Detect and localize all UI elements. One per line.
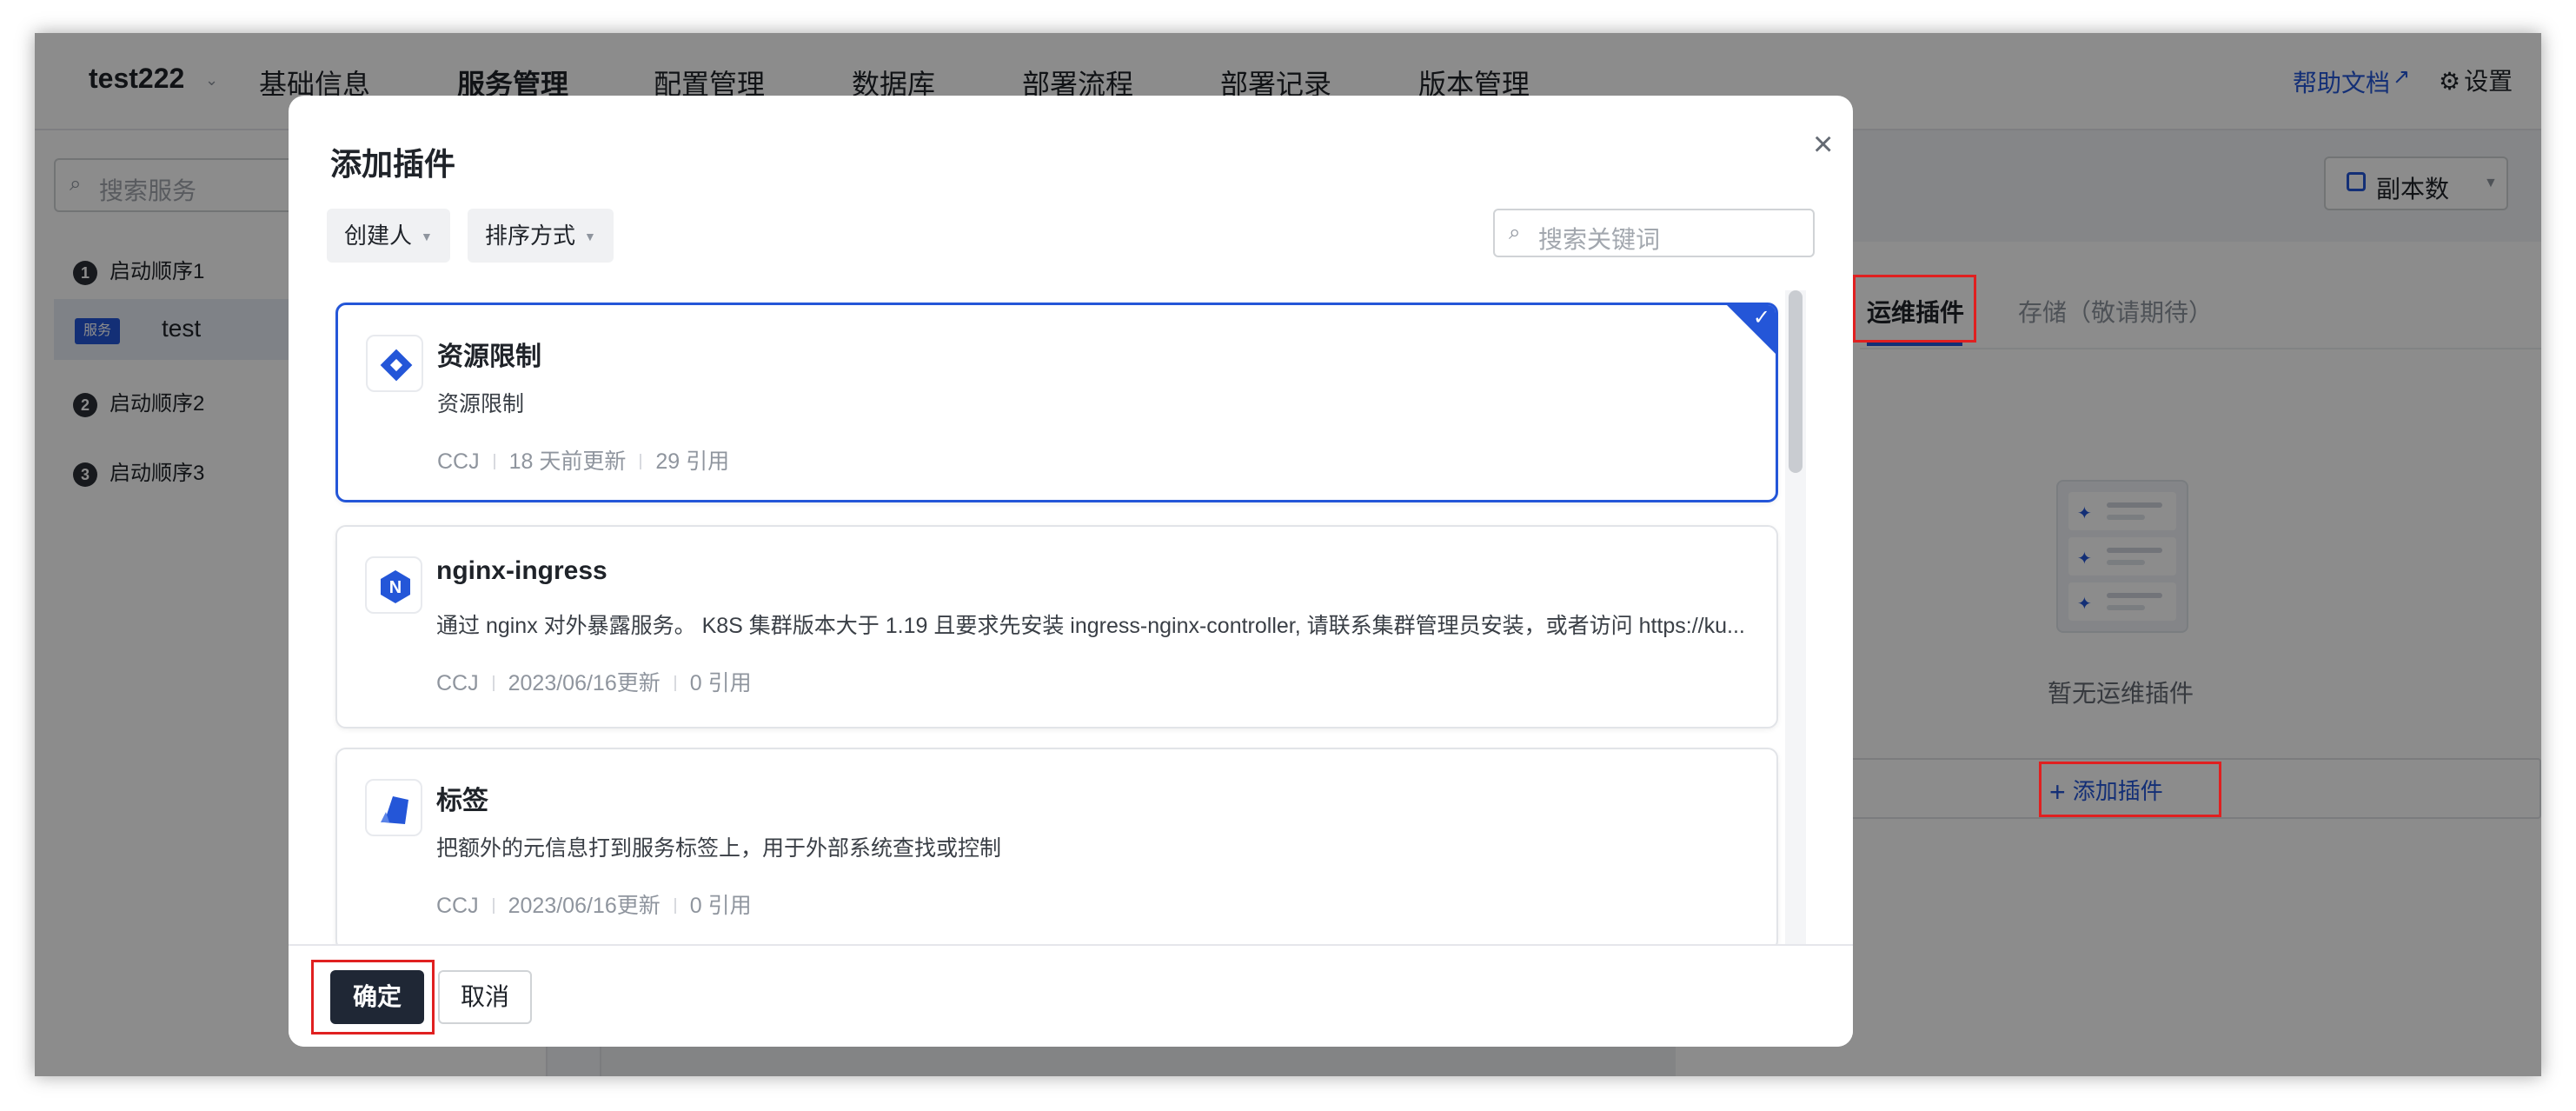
keyword-search-input[interactable]: ⌕ 搜索关键词	[1493, 209, 1815, 257]
app-window: test222 ⌄ 基础信息 服务管理 配置管理 数据库 部署流程 部署记录 版…	[35, 33, 2541, 1076]
plugin-refs: 0 引用	[689, 894, 752, 918]
plugin-author: CCJ	[436, 894, 479, 918]
plugin-refs: 29 引用	[655, 449, 730, 474]
dialog-title: 添加插件	[330, 146, 456, 182]
add-plugin-dialog: 添加插件 × 创建人 ▼ 排序方式 ▼ ⌕ 搜索关键词 资源限制 资源限制 CCJ 1…	[289, 96, 1853, 1047]
plugin-list: 资源限制 资源限制 CCJ 18 天前更新 29 引用 ✓ N nginx-ingr…	[289, 290, 1853, 944]
plugin-description: 通过 nginx 对外暴露服务。 K8S 集群版本大于 1.19 且要求先安装 …	[436, 614, 1745, 638]
search-icon: ⌕	[1509, 221, 1521, 244]
plugin-card-nginx-ingress[interactable]: N nginx-ingress 通过 nginx 对外暴露服务。 K8S 集群版…	[335, 525, 1778, 728]
creator-filter[interactable]: 创建人 ▼	[327, 209, 450, 263]
plugin-author: CCJ	[437, 449, 480, 474]
plugin-card-label[interactable]: 标签 把额外的元信息打到服务标签上，用于外部系统查找或控制 CCJ 2023/06…	[335, 748, 1778, 944]
plugin-name: 标签	[436, 787, 488, 815]
nginx-icon: N	[365, 556, 422, 614]
creator-filter-label: 创建人	[344, 223, 413, 249]
scrollbar-thumb[interactable]	[1789, 290, 1803, 473]
highlight-add-plugin	[2039, 762, 2221, 817]
sort-filter-label: 排序方式	[485, 223, 576, 249]
plugin-description: 资源限制	[437, 392, 525, 416]
diamond-icon	[366, 335, 423, 392]
plugin-card-resource-limit[interactable]: 资源限制 资源限制 CCJ 18 天前更新 29 引用 ✓	[335, 303, 1778, 502]
highlight-ops-plugins-tab	[1853, 275, 1976, 343]
caret-down-icon: ▼	[421, 230, 433, 243]
check-icon: ✓	[1752, 306, 1770, 329]
highlight-confirm-button	[311, 960, 435, 1034]
sort-filter[interactable]: 排序方式 ▼	[468, 209, 614, 263]
plugin-updated: 2023/06/16更新	[508, 671, 661, 695]
plugin-name: 资源限制	[437, 343, 541, 371]
plugin-meta: CCJ 2023/06/16更新 0 引用	[436, 888, 752, 920]
plugin-name: nginx-ingress	[436, 556, 607, 585]
caret-down-icon: ▼	[584, 230, 596, 243]
plugin-refs: 0 引用	[689, 671, 752, 695]
plugin-meta: CCJ 18 天前更新 29 引用	[437, 444, 729, 476]
close-icon[interactable]: ×	[1813, 125, 1833, 164]
plugin-description: 把额外的元信息打到服务标签上，用于外部系统查找或控制	[436, 836, 1002, 861]
svg-text:N: N	[389, 578, 402, 597]
plugin-author: CCJ	[436, 671, 479, 695]
plugin-meta: CCJ 2023/06/16更新 0 引用	[436, 666, 752, 697]
keyword-search-placeholder: 搜索关键词	[1538, 226, 1661, 253]
dialog-footer: 确定 取消	[289, 944, 1853, 1047]
plugin-updated: 2023/06/16更新	[508, 894, 661, 918]
plugin-updated: 18 天前更新	[508, 449, 627, 474]
cancel-button[interactable]: 取消	[438, 970, 532, 1024]
tag-icon	[365, 779, 422, 836]
